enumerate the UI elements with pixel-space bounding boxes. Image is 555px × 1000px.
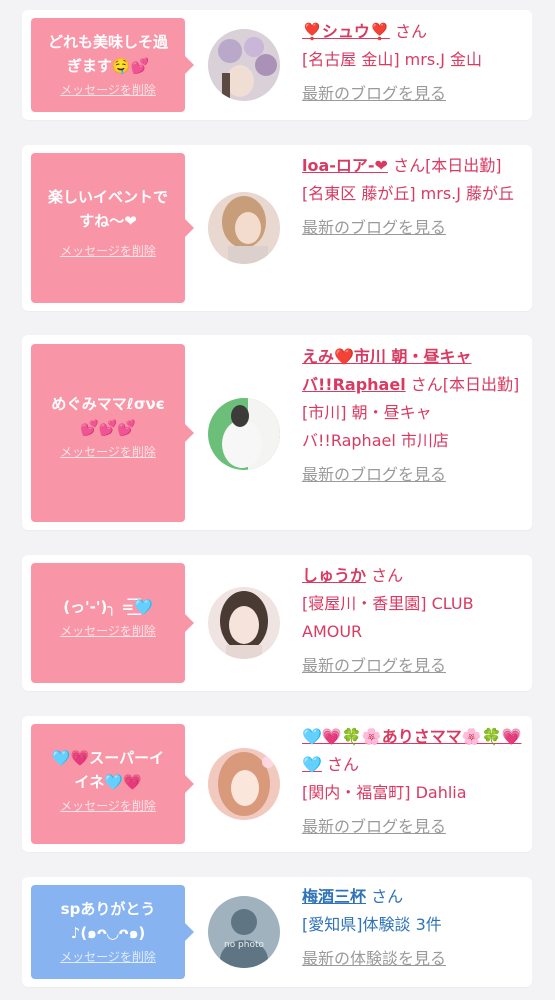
user-info: ❣️シュウ❣️ さん [名古屋 金山] mrs.J 金山 最新のブログを見る (302, 18, 524, 108)
message-card: どれも美味しそ過 ぎます🤤💕 メッセージを削除 ❣️シュウ❣️ さん [名古屋 … (22, 10, 532, 120)
avatar[interactable] (208, 587, 280, 659)
message-bubble: めぐみママℓσνє 💕💕💕 メッセージを削除 (31, 344, 194, 522)
delete-message-link[interactable]: メッセージを削除 (60, 798, 156, 814)
latest-blog-link[interactable]: 最新のブログを見る (302, 218, 446, 237)
shop-info: [寝屋川・香里園] CLUB AMOUR (302, 594, 474, 641)
message-text: めぐみママℓσνє 💕💕💕 (51, 395, 165, 437)
user-info: loa-ロア-❤ さん[本日出勤] [名東区 藤が丘] mrs.J 藤が丘 最新… (302, 152, 524, 242)
honorific: さん[本日出勤] (393, 156, 502, 175)
shop-info: [名古屋 金山] mrs.J 金山 (302, 50, 483, 69)
shop-info: [関内・福富町] Dahlia (302, 783, 467, 802)
shop-info: [愛知県]体験談 3件 (302, 915, 442, 934)
user-info: 🩵💗🍀🌸ありさママ🌸🍀💗🩵 さん [関内・福富町] Dahlia 最新のブログを… (302, 723, 524, 841)
message-bubble: (っ'-')╮ =͟͟͞͞🩵 メッセージを削除 (31, 563, 194, 683)
avatar[interactable]: no photo (208, 896, 280, 968)
message-text: どれも美味しそ過 ぎます🤤💕 (47, 33, 168, 75)
honorific: さん (371, 887, 404, 906)
latest-review-link[interactable]: 最新の体験談を見る (302, 949, 446, 968)
no-photo-label: no photo (223, 940, 265, 950)
delete-message-link[interactable]: メッセージを削除 (60, 82, 156, 98)
latest-blog-link[interactable]: 最新のブログを見る (302, 84, 446, 103)
honorific: さん (327, 755, 360, 774)
avatar[interactable] (208, 398, 280, 470)
user-name-link[interactable]: しゅうか (302, 566, 366, 585)
honorific: さん[本日出勤] (410, 375, 520, 394)
user-info: しゅうか さん [寝屋川・香里園] CLUB AMOUR 最新のブログを見る (302, 562, 524, 680)
user-name-link[interactable]: 梅酒三杯 (302, 887, 366, 906)
message-card: (っ'-')╮ =͟͟͞͞🩵 メッセージを削除 しゅうか さん [寝屋川・香里園… (22, 555, 532, 691)
delete-message-link[interactable]: メッセージを削除 (60, 623, 156, 639)
delete-message-link[interactable]: メッセージを削除 (60, 444, 156, 460)
honorific: さん (371, 566, 404, 585)
avatar[interactable] (208, 29, 280, 101)
message-bubble: spありがとう ♪(๑ᴖ◡ᴖ๑) メッセージを削除 (31, 885, 194, 979)
honorific: さん (394, 22, 427, 41)
delete-message-link[interactable]: メッセージを削除 (60, 243, 156, 259)
delete-message-link[interactable]: メッセージを削除 (60, 949, 156, 965)
message-card: 楽しいイベントで すね〜❤ メッセージを削除 loa-ロア-❤ さん[本日出勤]… (22, 145, 532, 311)
message-card: spありがとう ♪(๑ᴖ◡ᴖ๑) メッセージを削除 no photo 梅酒三杯 … (22, 877, 532, 987)
message-text: 🩵💗スーパーイ イネ🩵💗 (51, 749, 165, 791)
latest-blog-link[interactable]: 最新のブログを見る (302, 465, 446, 484)
message-text: 楽しいイベントで すね〜❤ (47, 188, 168, 230)
latest-blog-link[interactable]: 最新のブログを見る (302, 656, 446, 675)
user-info: 梅酒三杯 さん [愛知県]体験談 3件 最新の体験談を見る (302, 883, 524, 973)
user-name-link[interactable]: loa-ロア-❤ (302, 156, 388, 175)
shop-info: [市川] 朝・昼キャバ!!Raphael 市川店 (302, 403, 449, 450)
avatar[interactable] (208, 748, 280, 820)
user-info: えみ❤️市川 朝・昼キャバ!!Raphael さん[本日出勤] [市川] 朝・昼… (302, 343, 524, 489)
avatar[interactable] (208, 192, 280, 264)
shop-info: [名東区 藤が丘] mrs.J 藤が丘 (302, 184, 515, 203)
latest-blog-link[interactable]: 最新のブログを見る (302, 817, 446, 836)
message-card: 🩵💗スーパーイ イネ🩵💗 メッセージを削除 🩵💗🍀🌸ありさママ🌸🍀💗🩵 さん [… (22, 716, 532, 852)
message-text: (っ'-')╮ =͟͟͞͞🩵 (63, 598, 153, 616)
message-card: めぐみママℓσνє 💕💕💕 メッセージを削除 えみ❤️市川 朝・昼キャバ!!Ra… (22, 335, 532, 530)
user-name-link[interactable]: ❣️シュウ❣️ (302, 22, 390, 41)
message-bubble: 🩵💗スーパーイ イネ🩵💗 メッセージを削除 (31, 724, 194, 844)
message-bubble: どれも美味しそ過 ぎます🤤💕 メッセージを削除 (31, 18, 194, 112)
message-text: spありがとう ♪(๑ᴖ◡ᴖ๑) (60, 900, 156, 942)
message-bubble: 楽しいイベントで すね〜❤ メッセージを削除 (31, 153, 194, 303)
